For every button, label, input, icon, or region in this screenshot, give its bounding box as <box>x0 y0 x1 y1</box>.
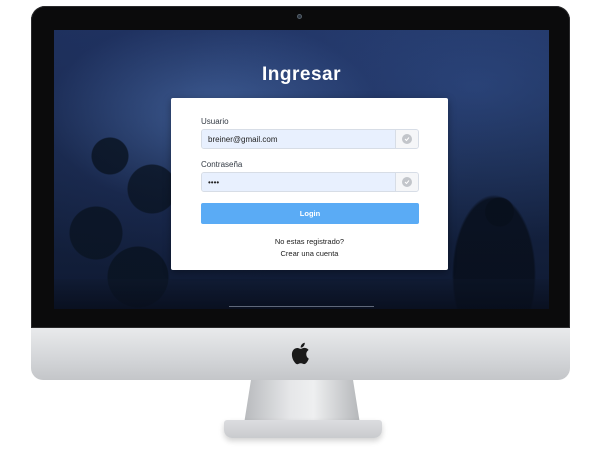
create-account-link[interactable]: Crear una cuenta <box>171 249 448 258</box>
login-card: Usuario Contraseña Login No estas regist… <box>171 98 448 270</box>
monitor-stand-neck <box>244 380 360 424</box>
password-addon <box>395 173 418 191</box>
register-prompt: No estas registrado? <box>274 237 345 246</box>
login-button[interactable]: Login <box>201 203 419 224</box>
page-title: Ingresar <box>262 64 341 85</box>
username-addon <box>395 130 418 148</box>
username-label: Usuario <box>201 117 229 126</box>
background-floor <box>54 279 549 309</box>
camera-icon <box>297 14 302 19</box>
password-field-wrapper <box>201 172 419 192</box>
monitor-stand-base <box>224 420 382 438</box>
password-label: Contraseña <box>201 160 243 169</box>
username-field-wrapper <box>201 129 419 149</box>
check-icon <box>402 134 412 144</box>
password-input[interactable] <box>202 173 396 191</box>
username-input[interactable] <box>202 130 396 148</box>
screen-divider <box>229 306 374 307</box>
screen: Ingresar Usuario Contraseña Login No est… <box>54 30 549 309</box>
apple-logo-icon <box>286 338 316 368</box>
check-icon <box>402 177 412 187</box>
